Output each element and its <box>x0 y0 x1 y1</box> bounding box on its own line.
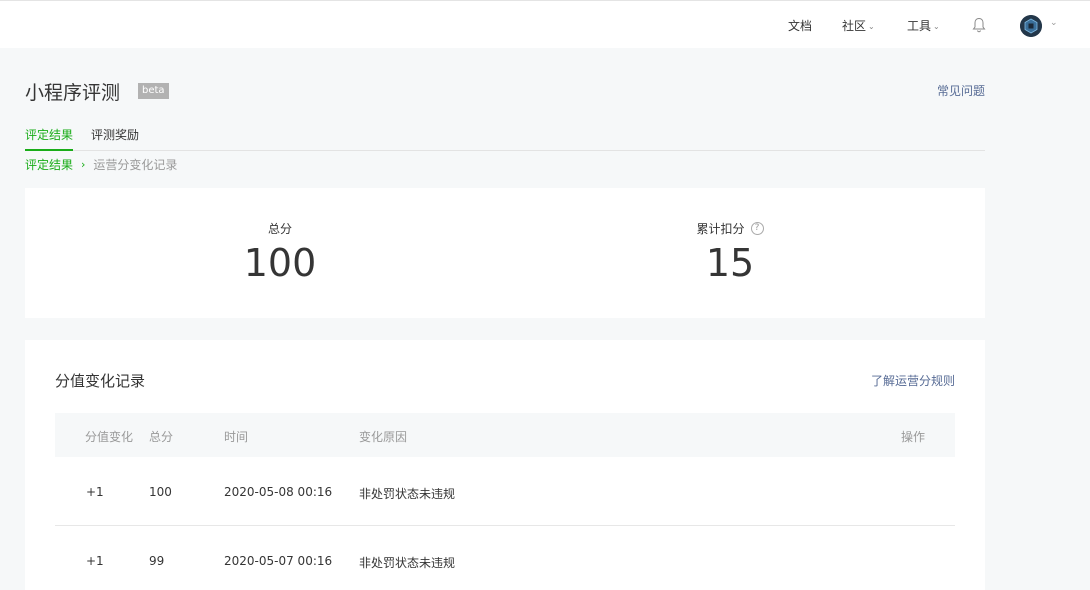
top-nav-bar: 文档 社区 ⌄ 工具 ⌄ ⌄ <box>0 0 1090 48</box>
chevron-down-icon: ⌄ <box>868 21 875 31</box>
breadcrumb: 评定结果 › 运营分变化记录 <box>25 156 177 173</box>
deduct-score-label: 累计扣分 ? <box>696 220 764 237</box>
table-row: +1 100 2020-05-08 00:16 非处罚状态未违规 <box>55 457 955 526</box>
tab-evaluation-reward[interactable]: 评测奖励 <box>91 126 139 151</box>
total-score-label-text: 总分 <box>267 222 292 236</box>
cell-score-change: +1 <box>86 485 104 499</box>
total-score-label: 总分 <box>268 220 292 237</box>
deduct-score-block: 累计扣分 ? 15 <box>630 218 830 285</box>
cell-total: 99 <box>149 554 165 568</box>
table-header: 分值变化 总分 时间 变化原因 操作 <box>55 413 955 457</box>
cell-reason: 非处罚状态未违规 <box>359 487 456 501</box>
total-score-value: 100 <box>243 241 317 285</box>
column-header: 操作 <box>901 430 926 444</box>
nav-docs[interactable]: 文档 <box>788 17 812 34</box>
score-summary-card: 总分 100 累计扣分 ? 15 <box>25 188 985 318</box>
chevron-right-icon: › <box>81 158 86 171</box>
column-header: 分值变化 <box>85 430 134 444</box>
column-header: 总分 <box>149 430 174 444</box>
cell-reason: 非处罚状态未违规 <box>359 556 456 570</box>
tab-bar: 评定结果 评测奖励 <box>25 126 985 151</box>
beta-badge: beta <box>138 83 169 99</box>
nav-tools-label: 工具 <box>907 19 932 33</box>
rules-link[interactable]: 了解运营分规则 <box>871 372 955 389</box>
records-card: 分值变化记录 了解运营分规则 分值变化 总分 时间 变化原因 操作 +1 100… <box>25 340 985 590</box>
nav-docs-label: 文档 <box>788 19 813 33</box>
records-title: 分值变化记录 <box>55 372 146 390</box>
nav-tools[interactable]: 工具 ⌄ <box>907 17 940 34</box>
breadcrumb-parent-link[interactable]: 评定结果 <box>25 156 73 173</box>
bell-icon[interactable] <box>972 17 986 33</box>
cell-score-change: +1 <box>86 554 104 568</box>
faq-link[interactable]: 常见问题 <box>937 82 985 99</box>
total-score-block: 总分 100 <box>180 218 380 285</box>
help-icon[interactable]: ? <box>750 222 764 235</box>
page-title: 小程序评测 <box>25 82 121 104</box>
deduct-score-value: 15 <box>705 241 755 285</box>
column-header: 时间 <box>224 430 249 444</box>
tab-evaluation-result[interactable]: 评定结果 <box>25 126 74 151</box>
chevron-down-icon: ⌄ <box>933 21 940 31</box>
table-row: +1 99 2020-05-07 00:16 非处罚状态未违规 <box>55 526 955 590</box>
column-header: 变化原因 <box>359 430 408 444</box>
nav-community[interactable]: 社区 ⌄ <box>842 17 875 34</box>
avatar[interactable] <box>1020 15 1042 37</box>
chevron-down-icon[interactable]: ⌄ <box>1050 18 1058 28</box>
cell-time: 2020-05-07 00:16 <box>224 554 333 568</box>
deduct-score-label-text: 累计扣分 <box>696 222 745 236</box>
breadcrumb-current: 运营分变化记录 <box>93 158 178 172</box>
cell-time: 2020-05-08 00:16 <box>224 485 333 499</box>
nav-community-label: 社区 <box>842 19 867 33</box>
cell-total: 100 <box>149 485 172 499</box>
records-table: 分值变化 总分 时间 变化原因 操作 +1 100 2020-05-08 00:… <box>55 413 955 590</box>
